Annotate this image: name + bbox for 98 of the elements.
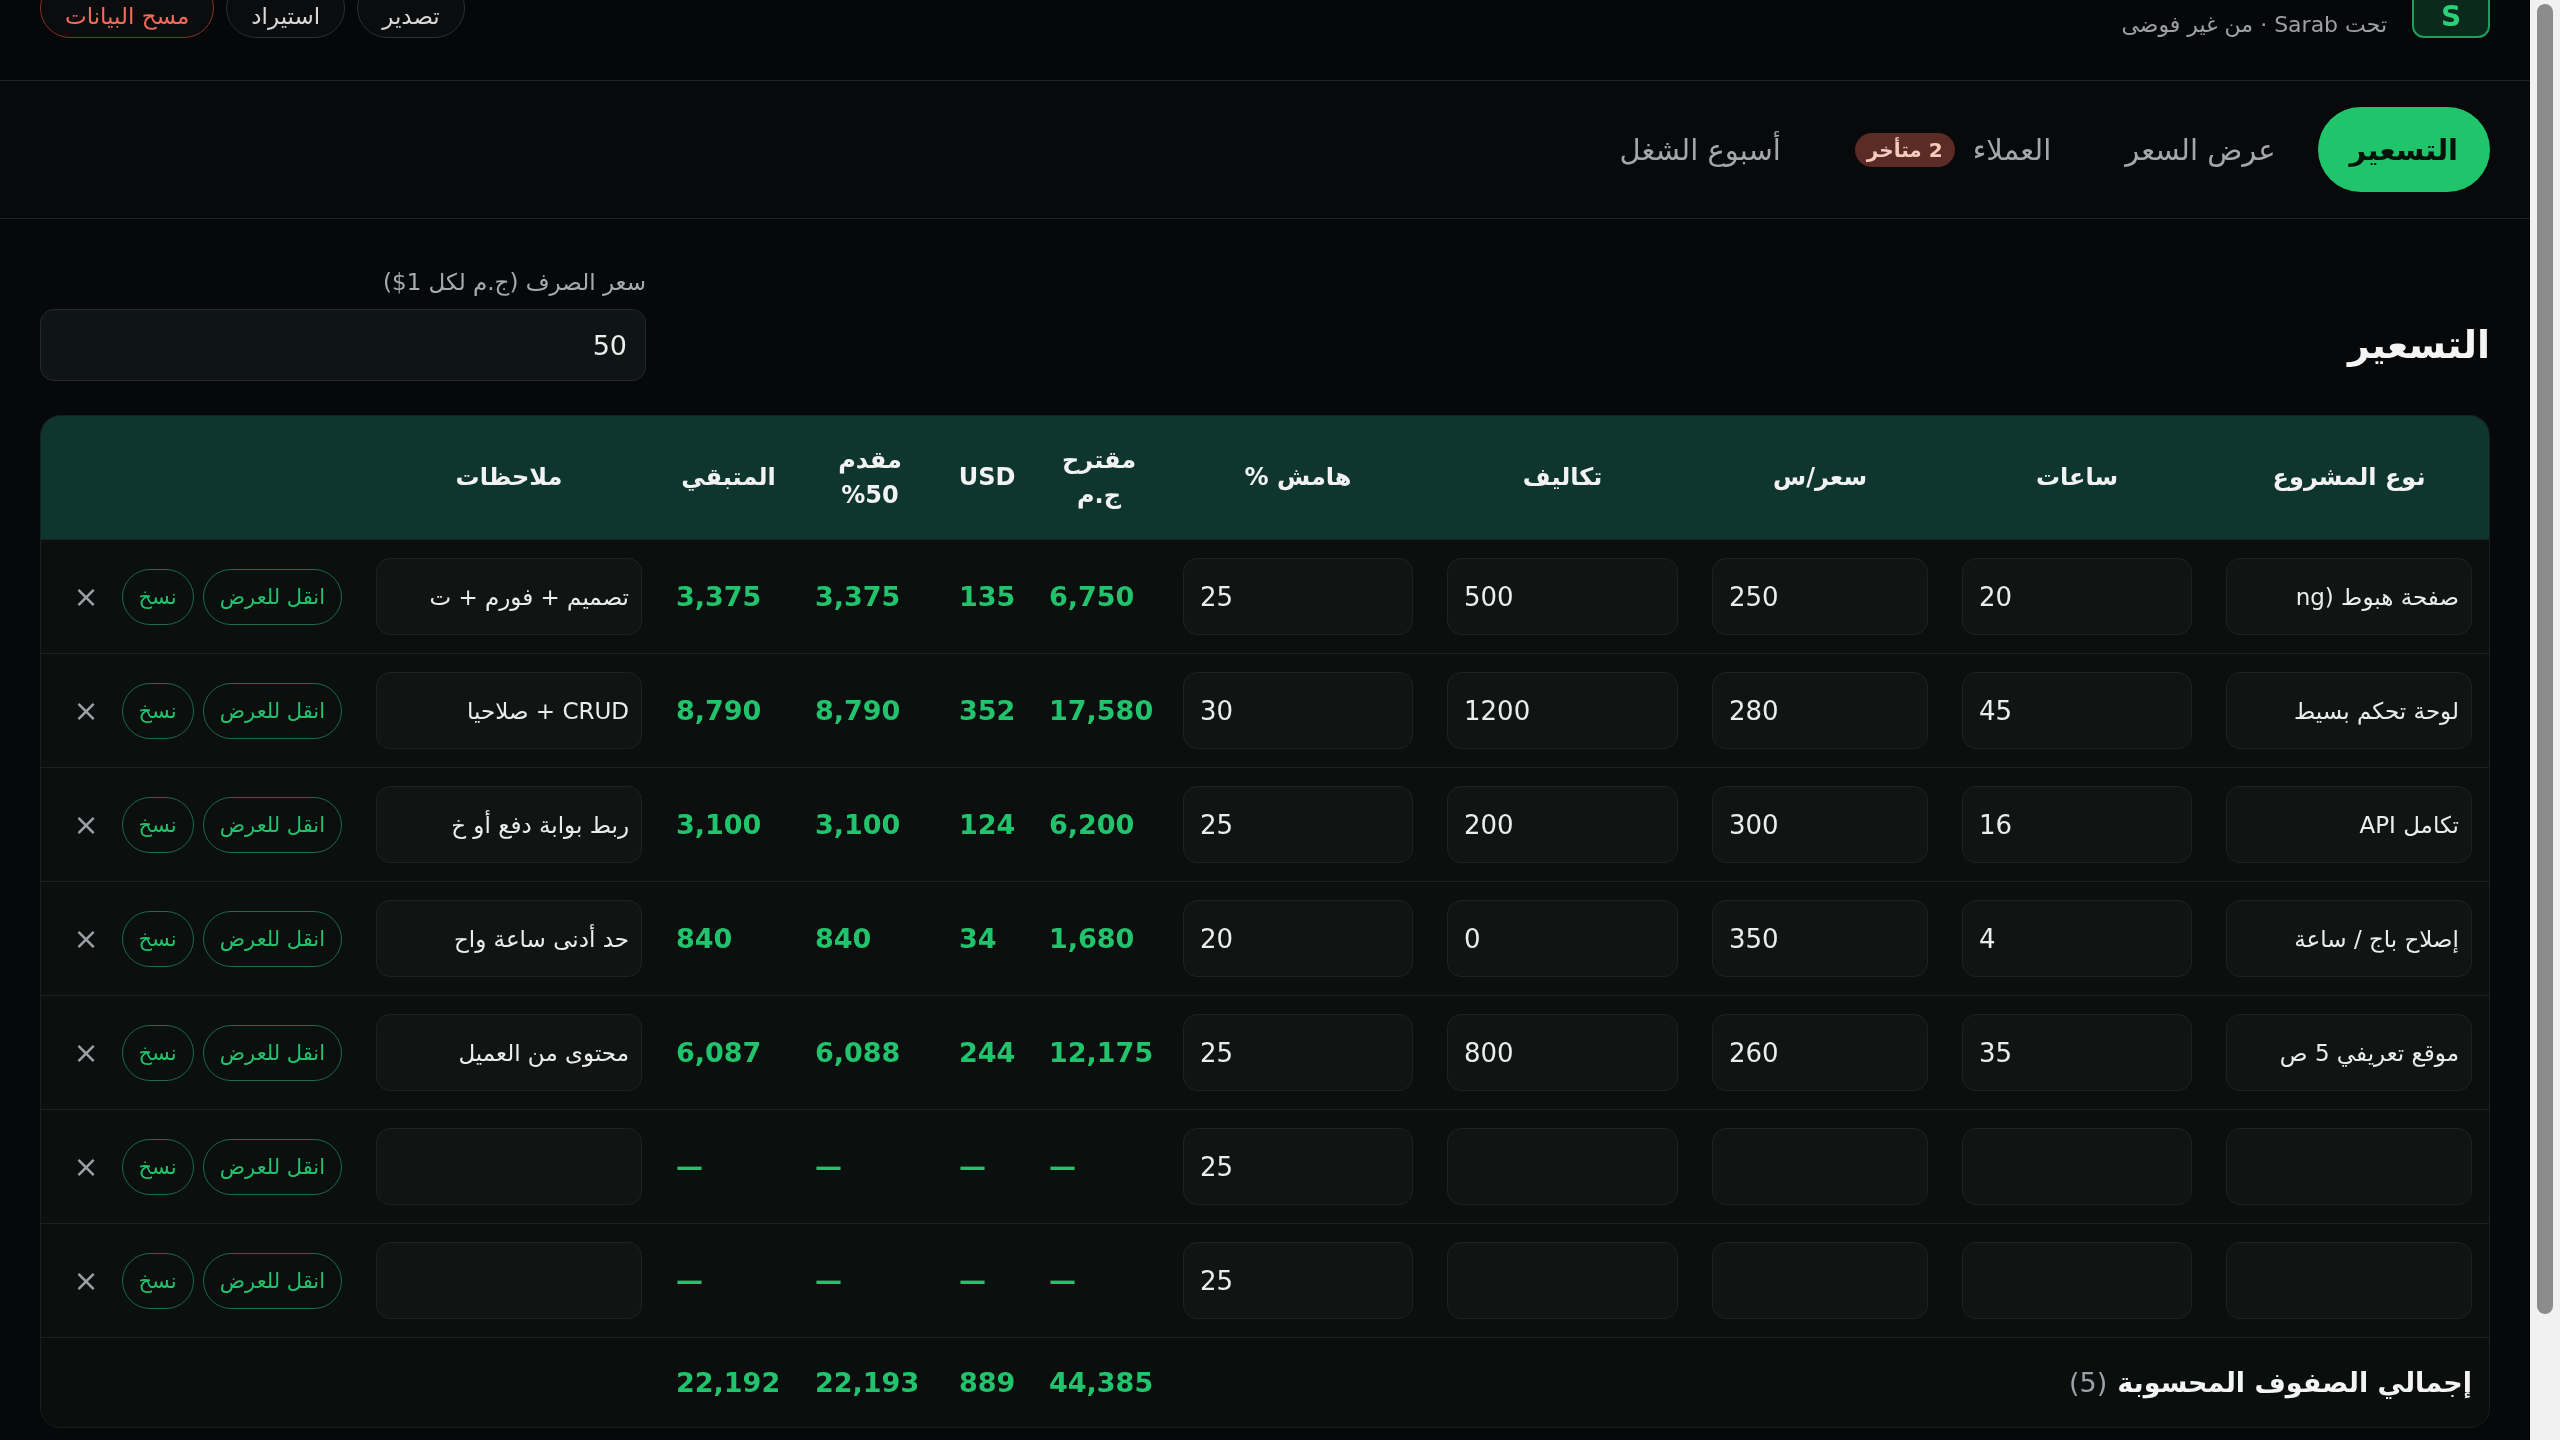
page-title: التسعير	[2347, 323, 2490, 367]
amount-value: —	[676, 1265, 703, 1296]
amount-value: —	[815, 1265, 842, 1296]
number-input-field[interactable]: 16	[1962, 786, 2192, 863]
amount-value: 8,790	[815, 695, 901, 726]
amount-value: 244	[959, 1037, 1016, 1068]
amount-value: —	[676, 1151, 703, 1182]
remove-row-button[interactable]: ×	[67, 581, 105, 612]
number-input-field[interactable]: 500	[1447, 558, 1678, 635]
header-button[interactable]: تصدير	[357, 0, 465, 38]
column-header: تكاليف	[1522, 462, 1603, 494]
row-count: (5)	[2068, 1367, 2108, 1398]
header-button[interactable]: استيراد	[226, 0, 346, 38]
number-input-field[interactable]: 280	[1712, 672, 1928, 749]
text-input-field[interactable]: تصميم + فورم + ت	[376, 558, 642, 635]
text-input-field[interactable]: تكامل API	[2226, 786, 2472, 863]
tab[interactable]: العملاء 2 متأخر	[1822, 107, 2084, 192]
logo: S	[2412, 0, 2490, 38]
text-input-field[interactable]: موقع تعريفي 5 ص	[2226, 1014, 2472, 1091]
amount-value: 6,200	[1049, 809, 1135, 840]
remove-row-button[interactable]: ×	[67, 1037, 105, 1068]
column-header: سعر/س	[1773, 462, 1867, 494]
amount-value: 3,375	[676, 581, 762, 612]
number-input-field[interactable]: 0	[1447, 900, 1678, 977]
number-input-field[interactable]: 260	[1712, 1014, 1928, 1091]
column-header: هامش %	[1244, 462, 1352, 494]
amount-value: 1,680	[1049, 923, 1135, 954]
number-input-field[interactable]: 350	[1712, 900, 1928, 977]
amount-value: 135	[959, 581, 1016, 612]
number-input-field[interactable]: 30	[1183, 672, 1413, 749]
number-input-field[interactable]: 25	[1183, 1128, 1413, 1205]
remove-row-button[interactable]: ×	[67, 923, 105, 954]
column-header: مقدم 50%	[838, 444, 902, 511]
amount-value: 6,088	[815, 1037, 901, 1068]
number-input-field[interactable]: 250	[1712, 558, 1928, 635]
exchange-rate-field[interactable]: 50	[40, 309, 646, 381]
number-input-field[interactable]: 20	[1183, 900, 1413, 977]
amount-value: 34	[959, 923, 997, 954]
total-amount: 889	[959, 1367, 1016, 1398]
amount-value: —	[959, 1151, 986, 1182]
remove-row-button[interactable]: ×	[67, 1265, 105, 1296]
number-input-field[interactable]: 200	[1447, 786, 1678, 863]
amount-value: 3,100	[676, 809, 762, 840]
amount-value: 840	[815, 923, 872, 954]
text-input-field[interactable]: إصلاح باج / ساعة	[2226, 900, 2472, 977]
amount-value: 6,750	[1049, 581, 1135, 612]
column-header: المتبقي	[681, 462, 776, 494]
remove-row-button[interactable]: ×	[67, 809, 105, 840]
text-input-field[interactable]: حد أدنى ساعة واح	[376, 900, 642, 977]
totals-label: إجمالي الصفوف المحسوبة	[2117, 1367, 2472, 1398]
app-tagline: تحت Sarab · من غير فوضى	[2121, 11, 2387, 38]
amount-value: —	[1049, 1265, 1076, 1296]
number-input-field[interactable]: 25	[1183, 786, 1413, 863]
column-header: نوع المشروع	[2272, 462, 2426, 494]
amount-value: 8,790	[676, 695, 762, 726]
tab[interactable]: أسبوع الشغل	[1587, 107, 1813, 192]
column-header: ساعات	[2035, 462, 2119, 494]
amount-value: 3,375	[815, 581, 901, 612]
scrollbar-thumb[interactable]	[2537, 4, 2553, 1314]
column-header: ملاحظات	[455, 462, 563, 494]
amount-value: 3,100	[815, 809, 901, 840]
number-input-field[interactable]: 800	[1447, 1014, 1678, 1091]
text-input-field[interactable]: لوحة تحكم بسيط	[2226, 672, 2472, 749]
amount-value: 840	[676, 923, 733, 954]
number-input-field[interactable]: 45	[1962, 672, 2192, 749]
remove-row-button[interactable]: ×	[67, 1151, 105, 1182]
column-header: مقترح ج.م	[1061, 444, 1137, 511]
tab[interactable]: عرض السعر	[2093, 107, 2308, 192]
text-input-field[interactable]: CRUD + صلاحيا	[376, 672, 642, 749]
total-amount: 22,193	[815, 1367, 920, 1398]
text-input-field[interactable]: صفحة هبوط (ng	[2226, 558, 2472, 635]
number-input-field[interactable]: 25	[1183, 558, 1413, 635]
text-input-field[interactable]: ربط بوابة دفع أو خ	[376, 786, 642, 863]
scrollbar[interactable]	[2530, 0, 2560, 1440]
amount-value: 12,175	[1049, 1037, 1154, 1068]
field-label: سعر الصرف (ج.م لكل 1$)	[383, 269, 646, 295]
number-input-field[interactable]: 25	[1183, 1242, 1413, 1319]
amount-value: —	[1049, 1151, 1076, 1182]
overdue-badge: 2 متأخر	[1854, 132, 1955, 167]
number-input-field[interactable]: 25	[1183, 1014, 1413, 1091]
danger-button[interactable]: مسح البيانات	[40, 0, 215, 38]
amount-value: —	[815, 1151, 842, 1182]
number-input-field[interactable]: 300	[1712, 786, 1928, 863]
tab[interactable]: التسعير	[2317, 107, 2490, 192]
total-amount: 22,192	[676, 1367, 781, 1398]
amount-value: 352	[959, 695, 1016, 726]
amount-value: —	[959, 1265, 986, 1296]
number-input-field[interactable]: 1200	[1447, 672, 1678, 749]
remove-row-button[interactable]: ×	[67, 695, 105, 726]
total-amount: 44,385	[1049, 1367, 1154, 1398]
amount-value: 17,580	[1049, 695, 1154, 726]
number-input-field[interactable]: 20	[1962, 558, 2192, 635]
number-input-field[interactable]: 4	[1962, 900, 2192, 977]
column-header: USD	[958, 462, 1016, 494]
number-input-field[interactable]: 35	[1962, 1014, 2192, 1091]
amount-value: 124	[959, 809, 1016, 840]
text-input-field[interactable]: محتوى من العميل	[376, 1014, 642, 1091]
amount-value: 6,087	[676, 1037, 762, 1068]
